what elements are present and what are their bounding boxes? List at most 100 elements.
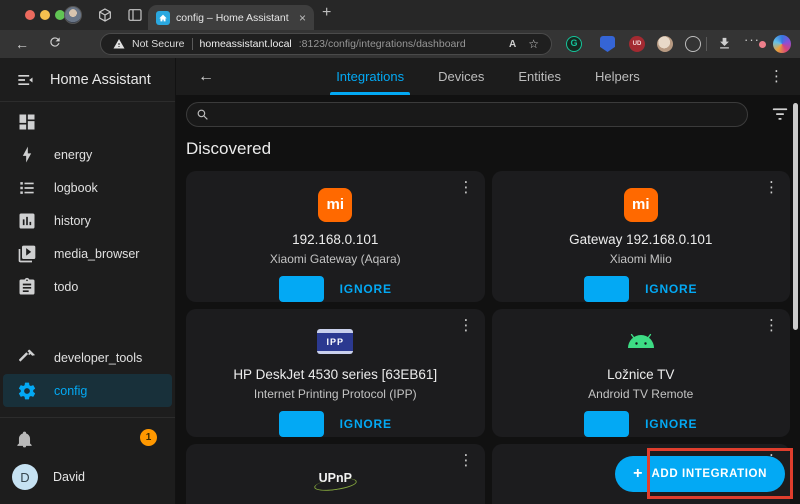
tab-entities[interactable]: Entities [518, 58, 561, 95]
refresh-icon[interactable] [48, 35, 62, 49]
user-row[interactable]: D David [0, 460, 175, 504]
ignore-button[interactable]: IGNORE [645, 282, 697, 296]
configure-button[interactable] [278, 276, 324, 302]
tab-devices[interactable]: Devices [438, 58, 484, 95]
home-assistant-app: Home Assistant energy logbook history me… [0, 58, 800, 504]
browser-back-icon[interactable]: ← [15, 35, 29, 53]
overflow-menu-icon[interactable]: ⋮ [769, 69, 784, 84]
user-avatar: D [12, 464, 38, 490]
android-logo-icon [625, 332, 657, 350]
read-aloud-icon[interactable]: A [509, 39, 516, 50]
search-input[interactable] [186, 101, 748, 127]
window-minimize-button[interactable] [40, 10, 50, 20]
section-title: Discovered [186, 139, 272, 158]
not-secure-label: Not Secure [132, 38, 185, 50]
discovered-grid: ⋮ mi 192.168.0.101 Xiaomi Gateway (Aqara… [186, 171, 790, 504]
sidebar-item-media-browser[interactable]: media_browser [3, 237, 172, 270]
integration-card-xiaomi-gateway: ⋮ mi 192.168.0.101 Xiaomi Gateway (Aqara… [186, 171, 485, 302]
url-host: homeassistant.local [199, 38, 292, 50]
card-menu-icon[interactable]: ⋮ [459, 318, 474, 333]
card-subtitle: Xiaomi Gateway (Aqara) [269, 252, 401, 266]
card-subtitle: Internet Printing Protocol (IPP) [253, 387, 417, 401]
bar-chart-icon [17, 211, 37, 231]
sidebar-item-config[interactable]: config [3, 374, 172, 407]
integration-card-android-tv: ⋮ Ložnice TV Android TV Remote IGNORE [491, 309, 790, 437]
address-bar[interactable]: Not Secure homeassistant.local :8123/con… [100, 33, 552, 55]
integration-card-ipp: ⋮ IPP HP DeskJet 4530 series [63EB61] In… [186, 309, 485, 437]
red-extension-icon[interactable]: UD [629, 36, 645, 52]
card-menu-icon[interactable]: ⋮ [764, 180, 779, 195]
integrations-content: Discovered ⋮ mi 192.168.0.101 Xiaomi Gat… [176, 133, 800, 504]
tab-integrations[interactable]: Integrations [330, 58, 411, 95]
search-toolbar [176, 95, 800, 133]
page-header: ← Integrations Devices Entities Helpers … [176, 58, 800, 95]
warning-icon [113, 39, 125, 49]
card-title: Gateway 192.168.0.101 [569, 232, 713, 247]
lightning-icon [17, 145, 37, 165]
tab-title: config – Home Assistant [176, 11, 289, 24]
search-icon [197, 109, 208, 120]
browser-navbar: ← Not Secure homeassistant.local :8123/c… [0, 30, 800, 58]
back-arrow-icon[interactable]: ← [198, 68, 214, 86]
sidebar: Home Assistant energy logbook history me… [0, 58, 176, 504]
favorite-star-icon[interactable]: ☆ [528, 37, 539, 51]
tab-helpers[interactable]: Helpers [595, 58, 640, 95]
home-assistant-favicon [156, 10, 170, 25]
sidebar-item-energy[interactable]: energy [3, 138, 172, 171]
extensions-notification-dot [758, 40, 767, 49]
card-menu-icon[interactable]: ⋮ [764, 318, 779, 333]
sidebar-nav: energy logbook history media_browser tod… [0, 105, 175, 303]
add-integration-button[interactable]: + ADD INTEGRATION [615, 456, 785, 492]
configure-button[interactable] [584, 411, 630, 437]
gear-icon [17, 381, 37, 401]
sidebar-item-logbook[interactable]: logbook [3, 171, 172, 204]
profile-extension-icon[interactable] [657, 36, 673, 52]
sidebar-item-history[interactable]: history [3, 204, 172, 237]
hammer-icon [17, 348, 37, 368]
grammarly-extension-icon[interactable]: G [566, 36, 582, 52]
notifications-row[interactable]: 1 [0, 418, 175, 460]
xiaomi-logo-icon: mi [623, 187, 658, 222]
card-title: HP DeskJet 4530 series [63EB61] [233, 367, 438, 382]
filter-icon[interactable] [770, 106, 790, 122]
browser-tab[interactable]: config – Home Assistant × [148, 5, 314, 30]
tab-close-icon[interactable]: × [299, 11, 306, 25]
window-close-button[interactable] [25, 10, 35, 20]
plus-icon: + [633, 465, 643, 482]
card-menu-icon[interactable]: ⋮ [459, 180, 474, 195]
configure-button[interactable] [278, 411, 324, 437]
upnp-logo-icon: UPnP [318, 471, 352, 485]
copilot-icon[interactable] [773, 35, 791, 53]
sidebar-item-overview[interactable] [3, 105, 172, 138]
user-name: David [53, 470, 85, 484]
card-title: Ložnice TV [607, 367, 675, 382]
sidebar-item-todo[interactable]: todo [3, 270, 172, 303]
browser-profile-avatar[interactable] [64, 6, 82, 24]
downloads-icon[interactable] [717, 36, 732, 51]
vertical-tabs-icon[interactable] [127, 7, 143, 23]
bell-icon [15, 430, 34, 449]
sidebar-bottom-nav: developer_tools config [0, 341, 175, 407]
xiaomi-logo-icon: mi [318, 187, 353, 222]
scrollbar-thumb[interactable] [793, 103, 798, 330]
ignore-button[interactable]: IGNORE [645, 417, 697, 431]
main-panel: ← Integrations Devices Entities Helpers … [176, 58, 800, 504]
notification-badge: 1 [140, 429, 157, 446]
ignore-button[interactable]: IGNORE [340, 282, 392, 296]
ignore-button[interactable]: IGNORE [340, 417, 392, 431]
configure-button[interactable] [584, 276, 630, 302]
new-tab-button[interactable]: + [322, 4, 331, 22]
card-menu-icon[interactable]: ⋮ [459, 453, 474, 468]
play-box-icon [17, 244, 37, 264]
sidebar-collapse-icon[interactable] [15, 70, 35, 90]
card-subtitle: Android TV Remote [588, 387, 694, 401]
clipboard-icon [17, 277, 37, 297]
list-icon [17, 178, 37, 198]
sidebar-header: Home Assistant [0, 58, 175, 102]
shield-extension-icon[interactable] [600, 36, 615, 52]
sidebar-item-developer-tools[interactable]: developer_tools [3, 341, 172, 374]
workspaces-icon[interactable] [97, 7, 113, 23]
browser-titlebar: config – Home Assistant × + [0, 0, 800, 30]
github-extension-icon[interactable] [685, 36, 701, 52]
card-title: 192.168.0.101 [292, 232, 379, 247]
